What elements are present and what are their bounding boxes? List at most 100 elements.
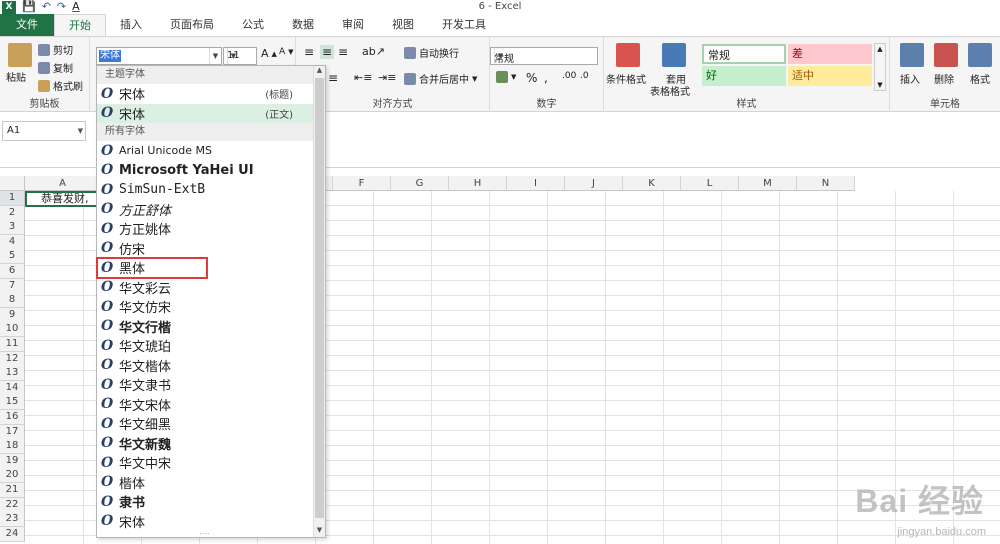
font-option-body[interactable]: O 宋体 (正文) xyxy=(97,103,313,123)
row-header[interactable]: 9 xyxy=(0,307,25,323)
decrease-decimal-icon[interactable]: .0 xyxy=(580,71,589,81)
column-header[interactable]: L xyxy=(681,176,739,191)
tab-page-layout[interactable]: 页面布局 xyxy=(156,14,228,36)
style-neutral[interactable]: 适中 xyxy=(788,66,872,86)
format-cells-button[interactable]: 格式 xyxy=(970,71,990,86)
paste-icon[interactable] xyxy=(8,43,32,67)
comma-button[interactable]: , xyxy=(544,71,548,85)
row-header[interactable]: 12 xyxy=(0,351,25,367)
row-header[interactable]: 13 xyxy=(0,366,25,382)
font-dropdown[interactable]: 主题字体 O 宋体 (标题) O 宋体 (正文) 所有字体 O Arial Uni… xyxy=(96,65,326,538)
font-option[interactable]: O 华文细黑 xyxy=(97,414,313,434)
font-option[interactable]: O 华文隶书 xyxy=(97,375,313,395)
row-header[interactable]: 5 xyxy=(0,249,25,265)
style-bad[interactable]: 差 xyxy=(788,44,872,64)
row-header[interactable]: 21 xyxy=(0,483,25,498)
column-header[interactable]: K xyxy=(623,176,681,191)
decrease-indent-icon[interactable]: ⇤≡ xyxy=(354,71,372,84)
accounting-format-icon[interactable]: ▼ xyxy=(496,71,516,83)
row-header[interactable]: 18 xyxy=(0,439,25,455)
tab-review[interactable]: 审阅 xyxy=(328,14,378,36)
row-header[interactable]: 19 xyxy=(0,453,25,469)
grow-font-icon[interactable]: A ▲ xyxy=(261,47,277,60)
delete-cells-button[interactable]: 删除 xyxy=(934,71,954,86)
tab-developer[interactable]: 开发工具 xyxy=(428,14,500,36)
cut-button[interactable]: 剪切 xyxy=(38,42,73,57)
font-option[interactable]: O 仿宋 xyxy=(97,239,313,259)
align-right-icon[interactable]: ≡ xyxy=(328,71,338,85)
column-header[interactable]: N xyxy=(797,176,855,191)
insert-cells-icon[interactable] xyxy=(900,43,924,67)
conditional-format-icon[interactable] xyxy=(616,43,640,67)
row-header[interactable]: 11 xyxy=(0,337,25,352)
font-option[interactable]: O 华文新魏 xyxy=(97,434,313,454)
increase-indent-icon[interactable]: ⇥≡ xyxy=(378,71,396,84)
font-option-heading[interactable]: O 宋体 (标题) xyxy=(97,84,313,104)
font-option[interactable]: O 方正姚体 xyxy=(97,219,313,239)
row-header[interactable]: 16 xyxy=(0,410,25,425)
chevron-down-icon[interactable]: ▼ xyxy=(78,122,83,140)
font-option[interactable]: O Arial Unicode MS xyxy=(97,141,313,161)
row-header[interactable]: 23 xyxy=(0,512,25,528)
row-header[interactable]: 15 xyxy=(0,395,25,411)
delete-cells-icon[interactable] xyxy=(934,43,958,67)
tab-formulas[interactable]: 公式 xyxy=(228,14,278,36)
tab-file[interactable]: 文件 xyxy=(0,14,54,36)
row-header[interactable]: 7 xyxy=(0,278,25,294)
font-option[interactable]: O Microsoft YaHei UI xyxy=(97,161,313,181)
font-option[interactable]: O 华文行楷 xyxy=(97,317,313,337)
scroll-down-icon[interactable]: ▼ xyxy=(314,526,325,537)
font-option[interactable]: O 华文彩云 xyxy=(97,278,313,298)
scroll-up-icon[interactable]: ▲ xyxy=(314,66,325,77)
font-option[interactable]: O 华文宋体 xyxy=(97,395,313,415)
style-good[interactable]: 好 xyxy=(702,66,786,86)
orientation-icon[interactable]: ab↗ xyxy=(362,45,385,58)
font-name-combobox[interactable]: 宋体 ▼ xyxy=(96,47,222,65)
font-option[interactable]: O 黑体 xyxy=(96,257,208,279)
style-normal[interactable]: 常规 xyxy=(702,44,786,64)
chevron-down-icon[interactable]: ▼ xyxy=(494,48,506,64)
number-format-combobox[interactable]: 常规 ▼ xyxy=(490,47,598,65)
row-header[interactable]: 14 xyxy=(0,380,25,396)
column-header[interactable]: I xyxy=(507,176,565,191)
tab-insert[interactable]: 插入 xyxy=(106,14,156,36)
cell-a1[interactable]: 恭喜发财, xyxy=(25,191,101,207)
format-cells-icon[interactable] xyxy=(968,43,992,67)
resize-grip[interactable]: .... xyxy=(97,528,312,537)
align-top-icon[interactable]: ≡ xyxy=(304,45,314,59)
increase-decimal-icon[interactable]: .00 xyxy=(562,71,576,81)
column-header[interactable]: A xyxy=(25,176,101,191)
row-header[interactable]: 4 xyxy=(0,234,25,250)
row-header[interactable]: 10 xyxy=(0,322,25,338)
column-header[interactable]: H xyxy=(449,176,507,191)
font-option[interactable]: O SimSun-ExtB xyxy=(97,180,313,200)
row-header[interactable]: 24 xyxy=(0,526,25,542)
column-header[interactable]: F xyxy=(333,176,391,191)
row-header[interactable]: 2 xyxy=(0,205,25,221)
column-header[interactable]: J xyxy=(565,176,623,191)
align-middle-icon[interactable]: ≡ xyxy=(320,45,335,59)
tab-home[interactable]: 开始 xyxy=(54,14,106,36)
font-option[interactable]: O 华文楷体 xyxy=(97,356,313,376)
insert-cells-button[interactable]: 插入 xyxy=(900,71,920,86)
font-option[interactable]: O 方正舒体 xyxy=(97,200,313,220)
align-bottom-icon[interactable]: ≡ xyxy=(338,45,348,59)
row-header[interactable]: 20 xyxy=(0,468,25,484)
format-painter-button[interactable]: 格式刷 xyxy=(38,78,83,93)
font-option[interactable]: O 隶书 xyxy=(97,492,313,512)
percent-button[interactable]: % xyxy=(526,71,537,85)
font-option[interactable]: O 楷体 xyxy=(97,473,313,493)
row-header[interactable]: 17 xyxy=(0,424,25,440)
merge-center-button[interactable]: 合并后居中 ▼ xyxy=(404,71,477,86)
paste-button[interactable]: 粘贴 xyxy=(6,69,26,84)
tab-data[interactable]: 数据 xyxy=(278,14,328,36)
dropdown-scrollbar[interactable]: ▲ ▼ xyxy=(313,66,325,537)
column-header[interactable]: G xyxy=(391,176,449,191)
font-option[interactable]: O 华文中宋 xyxy=(97,453,313,473)
table-format-icon[interactable] xyxy=(662,43,686,67)
font-option[interactable]: O 华文琥珀 xyxy=(97,336,313,356)
tab-view[interactable]: 视图 xyxy=(378,14,428,36)
shrink-font-icon[interactable]: A ▼ xyxy=(279,47,294,57)
chevron-down-icon[interactable]: ▼ xyxy=(227,48,239,64)
row-header[interactable]: 6 xyxy=(0,264,25,279)
